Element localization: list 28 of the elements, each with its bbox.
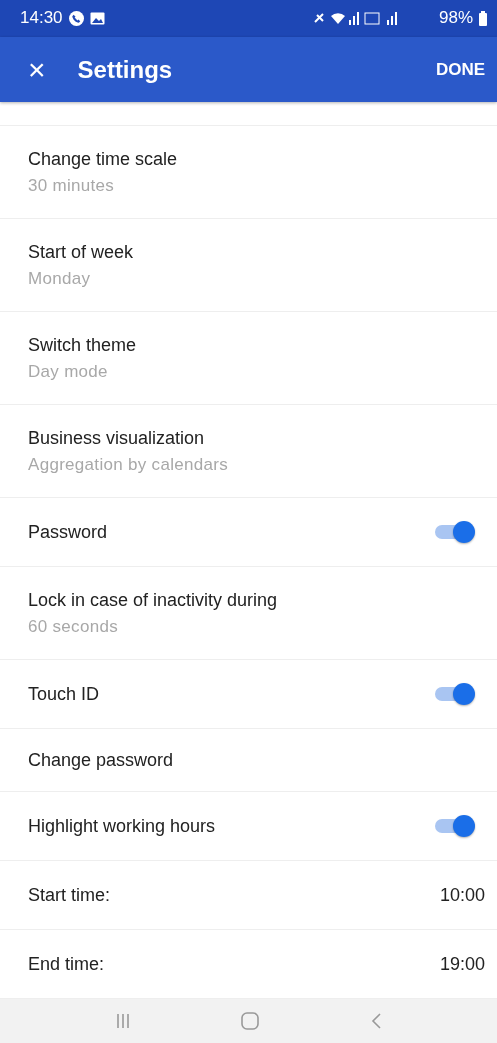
setting-label: End time: bbox=[28, 953, 106, 975]
screen-title: Settings bbox=[77, 55, 174, 84]
battery-percent: 98% bbox=[438, 8, 473, 29]
setting-value: 60 seconds bbox=[28, 616, 118, 637]
battery-icon bbox=[479, 11, 487, 26]
home-icon[interactable] bbox=[241, 1012, 260, 1031]
setting-label: Password bbox=[28, 521, 109, 543]
back-icon[interactable] bbox=[371, 1013, 382, 1030]
time-value[interactable]: 10:00 bbox=[439, 884, 485, 906]
setting-value: Day mode bbox=[28, 361, 108, 382]
clock: 14:30 bbox=[20, 8, 63, 29]
setting-label: Change time scale bbox=[28, 148, 178, 170]
time-value[interactable]: 19:00 bbox=[439, 953, 485, 975]
setting-value: Monday bbox=[28, 268, 91, 289]
setting-label: Highlight working hours bbox=[28, 815, 217, 837]
setting-label: Business visualization bbox=[28, 427, 205, 449]
setting-value: 30 minutes bbox=[28, 175, 115, 196]
setting-label: Start of week bbox=[28, 241, 134, 263]
setting-label: Touch ID bbox=[28, 683, 101, 705]
phone-icon bbox=[68, 11, 84, 26]
setting-value: Aggregation by calendars bbox=[28, 454, 228, 475]
setting-label: Switch theme bbox=[28, 334, 137, 356]
setting-label: Lock in case of inactivity during bbox=[28, 589, 278, 611]
close-button[interactable]: × bbox=[28, 54, 46, 85]
setting-label[interactable]: Change password bbox=[28, 749, 477, 771]
setting-label: Start time: bbox=[28, 884, 112, 906]
done-button[interactable]: DONE bbox=[431, 55, 489, 84]
image-icon bbox=[89, 12, 105, 25]
